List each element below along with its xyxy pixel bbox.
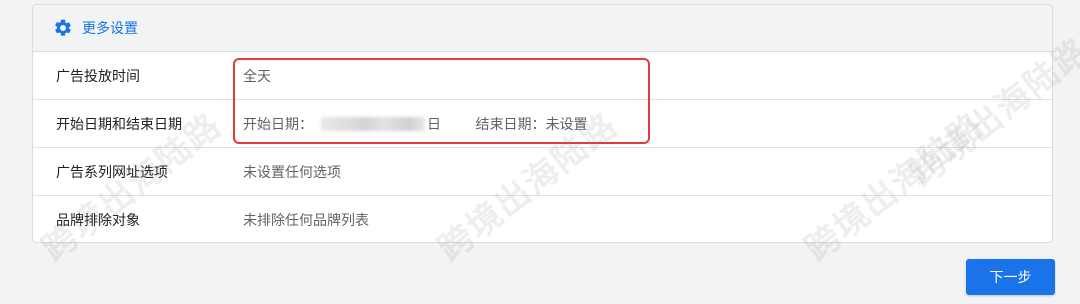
- end-date-value: 未设置: [545, 116, 588, 133]
- campaign-url-options-value: 未设置任何选项: [243, 164, 341, 181]
- brand-exclusions-label: 品牌排除对象: [56, 213, 140, 229]
- campaign-url-options-row[interactable]: 广告系列网址选项 未设置任何选项: [33, 148, 1052, 196]
- brand-exclusions-row[interactable]: 品牌排除对象 未排除任何品牌列表: [33, 196, 1052, 242]
- campaign-url-options-label: 广告系列网址选项: [56, 164, 168, 181]
- start-date-label: 开始日期：: [243, 116, 313, 133]
- next-button[interactable]: 下一步: [966, 259, 1055, 295]
- more-settings-title: 更多设置: [82, 21, 138, 37]
- end-date-label: 结束日期：: [475, 116, 546, 133]
- ad-schedule-label: 广告投放时间: [56, 68, 140, 85]
- start-end-date-label: 开始日期和结束日期: [56, 116, 182, 133]
- brand-exclusions-value: 未排除任何品牌列表: [243, 213, 369, 229]
- start-end-date-value: 开始日期： 日 结束日期： 未设置: [243, 114, 587, 134]
- start-date: 开始日期： 日: [243, 114, 441, 134]
- start-end-date-row[interactable]: 开始日期和结束日期 开始日期： 日 结束日期： 未设置: [33, 100, 1052, 148]
- more-settings-panel: 更多设置 广告投放时间 全天 开始日期和结束日期 开始日期： 日 结束日期： 未…: [32, 4, 1053, 243]
- ad-schedule-row[interactable]: 广告投放时间 全天: [33, 52, 1052, 100]
- start-date-suffix: 日: [427, 116, 441, 133]
- more-settings-header[interactable]: 更多设置: [33, 5, 1052, 52]
- ad-schedule-value: 全天: [243, 68, 271, 85]
- gear-icon: [55, 19, 71, 36]
- end-date: 结束日期： 未设置: [475, 114, 587, 134]
- redacted-date: [321, 116, 425, 131]
